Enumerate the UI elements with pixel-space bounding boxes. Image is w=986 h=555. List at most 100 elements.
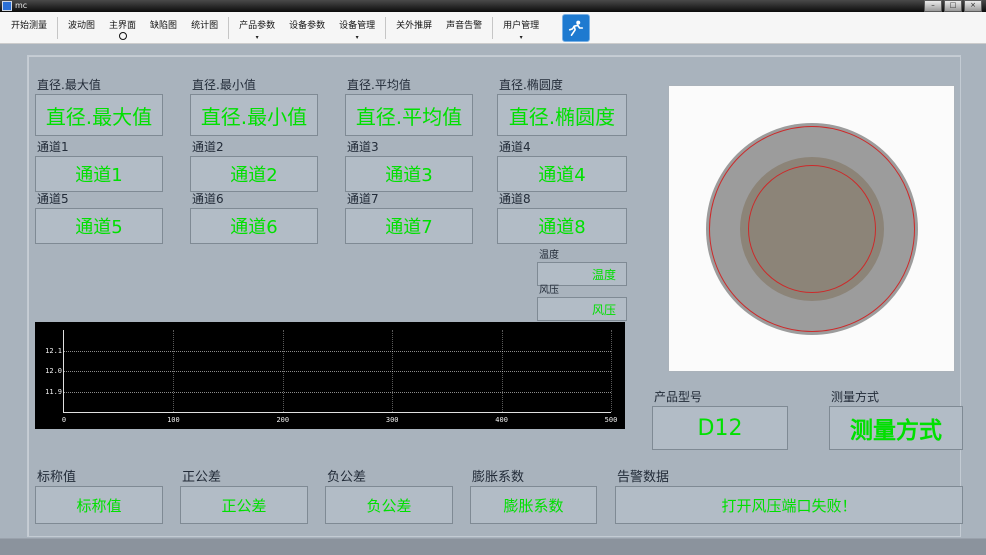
running-person-icon[interactable] xyxy=(562,13,591,42)
field-negative-tolerance: 负公差 负公差 xyxy=(325,466,453,524)
field-value-box: 通道2 xyxy=(190,156,318,192)
field-channel-4: 通道4 通道4 xyxy=(497,138,627,192)
toolbar-button-start-measure[interactable]: 开始测量 xyxy=(4,15,54,40)
field-label: 通道5 xyxy=(37,192,69,206)
field-label: 标称值 xyxy=(37,470,77,485)
toolbar-button-device-manage[interactable]: 设备管理 ▾ xyxy=(332,15,382,41)
field-label: 通道4 xyxy=(499,140,531,154)
field-value-box: 通道1 xyxy=(35,156,163,192)
field-label: 负公差 xyxy=(327,470,367,485)
field-diameter-min: 直径.最小值 直径.最小值 xyxy=(190,76,318,136)
close-button[interactable]: × xyxy=(964,0,982,12)
x-axis-tick: 300 xyxy=(385,416,399,424)
field-value-box: 负公差 xyxy=(325,486,453,524)
toolbar-button-user-manage[interactable]: 用户管理 ▾ xyxy=(496,15,546,41)
dropdown-arrow-icon: ▾ xyxy=(519,34,523,41)
x-axis-tick: 100 xyxy=(167,416,180,424)
toolbar-button-wave-chart[interactable]: 波动图 xyxy=(61,15,102,40)
field-value-box: 通道3 xyxy=(345,156,473,192)
field-label: 通道6 xyxy=(192,192,224,206)
toolbar-button-statistics-chart[interactable]: 统计图 xyxy=(184,15,225,40)
field-channel-3: 通道3 通道3 xyxy=(345,138,473,192)
field-alarm-data: 告警数据 打开风压端口失败！ xyxy=(615,466,963,524)
field-channel-1: 通道1 通道1 xyxy=(35,138,163,192)
toolbar: 开始测量 波动图 主界面 缺陷图 统计图 产品参数 ▾ 设备参数 设备管理 ▾ 关外… xyxy=(0,12,986,44)
app-window: mc – □ × 开始测量 波动图 主界面 缺陷图 统计图 产品参数 ▾ 设备参数… xyxy=(0,0,986,555)
field-value-box: 直径.最小值 xyxy=(190,94,318,136)
app-icon xyxy=(2,1,12,11)
field-value-box: 测量方式 xyxy=(829,406,963,450)
toolbar-button-sound-alarm[interactable]: 声音告警 xyxy=(439,15,489,40)
field-label: 直径.最小值 xyxy=(192,78,256,92)
gridline-vertical xyxy=(611,330,612,412)
toolbar-button-defect-chart[interactable]: 缺陷图 xyxy=(143,15,184,40)
toolbar-button-main-screen[interactable]: 主界面 xyxy=(102,15,143,40)
toolbar-button-external-screen[interactable]: 关外推屏 xyxy=(389,15,439,40)
field-label: 通道8 xyxy=(499,192,531,206)
y-axis-tick: 11.9 xyxy=(45,387,62,396)
field-positive-tolerance: 正公差 正公差 xyxy=(180,466,308,524)
field-value-box: 风压 xyxy=(537,297,627,321)
maximize-button[interactable]: □ xyxy=(944,0,962,12)
field-value-box: 通道6 xyxy=(190,208,318,244)
field-value-box: 通道4 xyxy=(497,156,627,192)
running-person-glyph xyxy=(569,20,584,36)
toolbar-separator xyxy=(57,16,59,39)
alarm-message-box: 打开风压端口失败！ xyxy=(615,486,963,524)
field-label: 风压 xyxy=(539,285,559,296)
dropdown-arrow-icon: ▾ xyxy=(355,34,359,41)
x-axis-tick: 200 xyxy=(276,416,290,424)
trend-chart: 12.1 12.0 11.9 0 100 200 300 400 500 xyxy=(35,322,625,429)
field-label: 通道2 xyxy=(192,140,224,154)
field-value-box: 膨胀系数 xyxy=(470,486,597,524)
gridline-horizontal xyxy=(64,350,611,352)
field-channel-7: 通道7 通道7 xyxy=(345,190,473,244)
field-product-model: 产品型号 D12 xyxy=(652,388,788,450)
gridline-vertical xyxy=(392,330,394,412)
field-channel-2: 通道2 通道2 xyxy=(190,138,318,192)
toolbar-button-product-params[interactable]: 产品参数 ▾ xyxy=(232,15,282,41)
field-air-pressure: 风压 风压 xyxy=(537,281,627,321)
field-value-box: 正公差 xyxy=(180,486,308,524)
field-channel-6: 通道6 通道6 xyxy=(190,190,318,244)
field-label: 直径.最大值 xyxy=(37,78,101,92)
field-label: 通道1 xyxy=(37,140,69,154)
field-nominal-value: 标称值 标称值 xyxy=(35,466,163,524)
field-label: 告警数据 xyxy=(617,470,670,485)
gridline-horizontal xyxy=(64,371,611,372)
field-value-box: D12 xyxy=(652,406,788,450)
field-label: 温度 xyxy=(539,250,559,261)
field-temperature: 温度 温度 xyxy=(537,246,627,286)
y-axis-tick: 12.1 xyxy=(45,346,62,355)
field-value-box: 通道5 xyxy=(35,208,163,244)
x-axis-tick: 500 xyxy=(604,416,618,424)
titlebar: mc – □ × xyxy=(0,0,986,12)
chart-plot-area: 12.1 12.0 11.9 0 100 200 300 400 500 xyxy=(45,330,617,424)
toolbar-separator xyxy=(492,16,494,39)
field-value-box: 直径.椭圆度 xyxy=(497,94,627,136)
x-axis-tick: 400 xyxy=(495,416,508,424)
field-expansion-coefficient: 膨胀系数 膨胀系数 xyxy=(470,466,597,524)
selected-radio-dot xyxy=(118,32,127,40)
field-value-box: 通道8 xyxy=(497,208,627,244)
field-label: 正公差 xyxy=(182,470,222,485)
gridline-vertical xyxy=(501,330,503,412)
gridline-vertical xyxy=(173,330,175,412)
gridline-horizontal xyxy=(64,391,611,393)
toolbar-button-device-params[interactable]: 设备参数 xyxy=(282,15,332,40)
cross-section-panel xyxy=(668,85,955,372)
field-channel-8: 通道8 通道8 xyxy=(497,190,627,244)
minimize-button[interactable]: – xyxy=(924,0,942,12)
field-value-box: 直径.平均值 xyxy=(345,94,473,136)
field-value-box: 标称值 xyxy=(35,486,163,524)
x-axis-tick: 0 xyxy=(61,416,67,424)
field-channel-5: 通道5 通道5 xyxy=(35,190,163,244)
field-label: 通道7 xyxy=(347,192,379,206)
toolbar-separator xyxy=(385,16,387,39)
field-diameter-avg: 直径.平均值 直径.平均值 xyxy=(345,76,473,136)
field-label: 直径.椭圆度 xyxy=(499,78,563,92)
field-label: 膨胀系数 xyxy=(472,470,525,485)
alarm-message: 打开风压端口失败！ xyxy=(721,496,857,515)
field-value-box: 通道7 xyxy=(345,208,473,244)
field-label: 直径.平均值 xyxy=(347,78,411,92)
